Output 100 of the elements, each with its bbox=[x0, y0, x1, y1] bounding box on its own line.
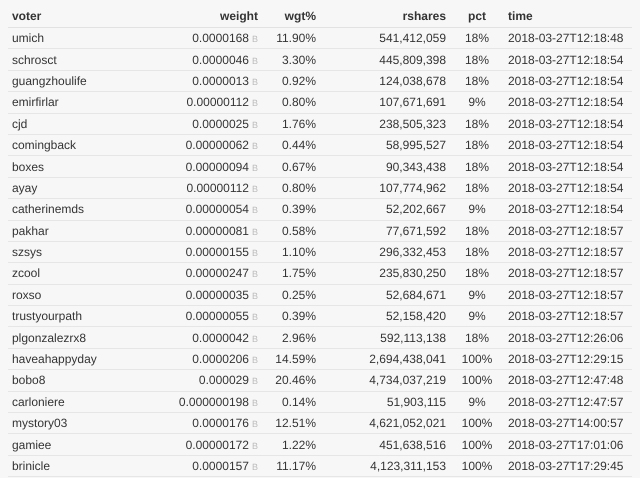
unit-label: B bbox=[252, 226, 258, 237]
rshares-value: 77,671,592 bbox=[320, 220, 450, 242]
weight-value: 0.0000046 bbox=[192, 52, 249, 67]
rshares-value: 51,903,115 bbox=[320, 391, 450, 413]
rshares-value: 4,734,037,219 bbox=[320, 370, 450, 392]
weight-percent: 0.58% bbox=[262, 220, 320, 242]
weight-percent: 1.76% bbox=[262, 113, 320, 134]
vote-time: 2018-03-27T12:18:57 bbox=[504, 241, 632, 263]
vote-percent: 18% bbox=[450, 28, 504, 49]
vote-percent: 18% bbox=[450, 326, 504, 348]
unit-label: B bbox=[252, 205, 258, 216]
vote-time: 2018-03-27T12:18:57 bbox=[504, 262, 632, 284]
vote-percent: 9% bbox=[450, 284, 504, 306]
weight-value: 0.0000013 bbox=[192, 74, 249, 88]
unit-label: B bbox=[252, 76, 258, 87]
rshares-value: 541,412,059 bbox=[320, 28, 450, 49]
weight-percent: 14.59% bbox=[262, 348, 320, 370]
vote-percent: 100% bbox=[450, 434, 504, 456]
voter-name: ayay bbox=[8, 177, 140, 199]
weight-value: 0.00000062 bbox=[186, 138, 249, 152]
vote-percent: 18% bbox=[450, 262, 504, 284]
column-header: time bbox=[504, 5, 632, 28]
weight-value: 0.00000172 bbox=[186, 438, 249, 452]
weight-percent: 0.25% bbox=[262, 284, 320, 306]
vote-percent: 9% bbox=[450, 391, 504, 413]
weight-percent: 1.22% bbox=[262, 434, 320, 456]
vote-percent: 100% bbox=[450, 370, 504, 392]
weight-percent: 0.39% bbox=[262, 198, 320, 220]
unit-label: B bbox=[252, 141, 258, 152]
weight-percent: 1.75% bbox=[262, 262, 320, 284]
vote-percent: 9% bbox=[450, 92, 504, 114]
rshares-value: 124,038,678 bbox=[320, 70, 450, 92]
voter-name: cjd bbox=[8, 113, 140, 134]
rshares-value: 235,830,250 bbox=[320, 262, 450, 284]
rshares-value: 90,343,438 bbox=[320, 156, 450, 178]
vote-time: 2018-03-27T12:18:57 bbox=[504, 306, 632, 327]
rshares-value: 445,809,398 bbox=[320, 48, 450, 70]
voter-name: guangzhoulife bbox=[8, 70, 140, 92]
weight-value: 0.00000155 bbox=[186, 245, 249, 260]
unit-label: B bbox=[252, 334, 258, 344]
vote-time: 2018-03-27T12:18:54 bbox=[504, 177, 632, 199]
unit-label: B bbox=[252, 440, 258, 451]
voter-name: brinicle bbox=[8, 455, 140, 477]
vote-time: 2018-03-27T12:18:48 bbox=[504, 28, 632, 49]
weight-percent: 0.14% bbox=[262, 391, 320, 413]
vote-time: 2018-03-27T12:18:54 bbox=[504, 92, 632, 114]
vote-time: 2018-03-27T12:47:48 bbox=[504, 370, 632, 392]
vote-time: 2018-03-27T17:01:06 bbox=[504, 434, 632, 456]
weight-value: 0.0000176 bbox=[192, 416, 249, 430]
weight-value: 0.00000055 bbox=[186, 309, 249, 324]
voter-name: emirfirlar bbox=[8, 92, 140, 114]
unit-label: B bbox=[252, 56, 258, 66]
weight-value: 0.00000054 bbox=[186, 202, 249, 216]
unit-label: B bbox=[252, 34, 258, 44]
vote-percent: 100% bbox=[450, 455, 504, 477]
weight-value: 0.0000025 bbox=[192, 116, 249, 131]
column-header: wgt% bbox=[262, 5, 320, 28]
column-header: weight bbox=[140, 5, 262, 28]
weight-value: 0.00000035 bbox=[186, 288, 249, 302]
rshares-value: 4,123,311,153 bbox=[320, 455, 450, 477]
voter-name: pakhar bbox=[8, 220, 140, 242]
voter-name: boxes bbox=[8, 156, 140, 178]
voter-name: roxso bbox=[8, 284, 140, 306]
weight-percent: 0.80% bbox=[262, 92, 320, 114]
vote-percent: 18% bbox=[450, 134, 504, 156]
unit-label: B bbox=[252, 269, 258, 280]
vote-percent: 9% bbox=[450, 306, 504, 327]
vote-time: 2018-03-27T12:47:57 bbox=[504, 391, 632, 413]
vote-percent: 18% bbox=[450, 177, 504, 199]
weight-percent: 0.80% bbox=[262, 177, 320, 199]
weight-percent: 11.90% bbox=[262, 28, 320, 49]
rshares-value: 107,671,691 bbox=[320, 92, 450, 114]
unit-label: B bbox=[252, 376, 258, 386]
weight-percent: 0.67% bbox=[262, 156, 320, 178]
weight-value: 0.000029 bbox=[198, 373, 249, 388]
weight-percent: 11.17% bbox=[262, 455, 320, 477]
vote-percent: 18% bbox=[450, 70, 504, 92]
weight-percent: 0.44% bbox=[262, 134, 320, 156]
voter-name: schrosct bbox=[8, 48, 140, 70]
column-header: voter bbox=[8, 5, 140, 28]
weight-value: 0.00000247 bbox=[186, 266, 249, 280]
unit-label: B bbox=[252, 355, 258, 366]
vote-time: 2018-03-27T12:26:06 bbox=[504, 326, 632, 348]
column-header: pct bbox=[450, 5, 504, 28]
voter-name: comingback bbox=[8, 134, 140, 156]
unit-label: B bbox=[252, 312, 258, 322]
vote-percent: 18% bbox=[450, 220, 504, 242]
weight-value: 0.00000112 bbox=[186, 180, 249, 195]
voter-name: catherinemds bbox=[8, 198, 140, 220]
rshares-value: 52,158,420 bbox=[320, 306, 450, 327]
voter-name: plgonzalezrx8 bbox=[8, 326, 140, 348]
rshares-value: 238,505,323 bbox=[320, 113, 450, 134]
voter-name: zcool bbox=[8, 262, 140, 284]
unit-label: B bbox=[252, 98, 258, 108]
weight-percent: 0.92% bbox=[262, 70, 320, 92]
vote-percent: 18% bbox=[450, 241, 504, 263]
rshares-value: 52,202,667 bbox=[320, 198, 450, 220]
voter-name: szsys bbox=[8, 241, 140, 263]
vote-time: 2018-03-27T12:18:54 bbox=[504, 134, 632, 156]
vote-time: 2018-03-27T17:29:45 bbox=[504, 455, 632, 477]
